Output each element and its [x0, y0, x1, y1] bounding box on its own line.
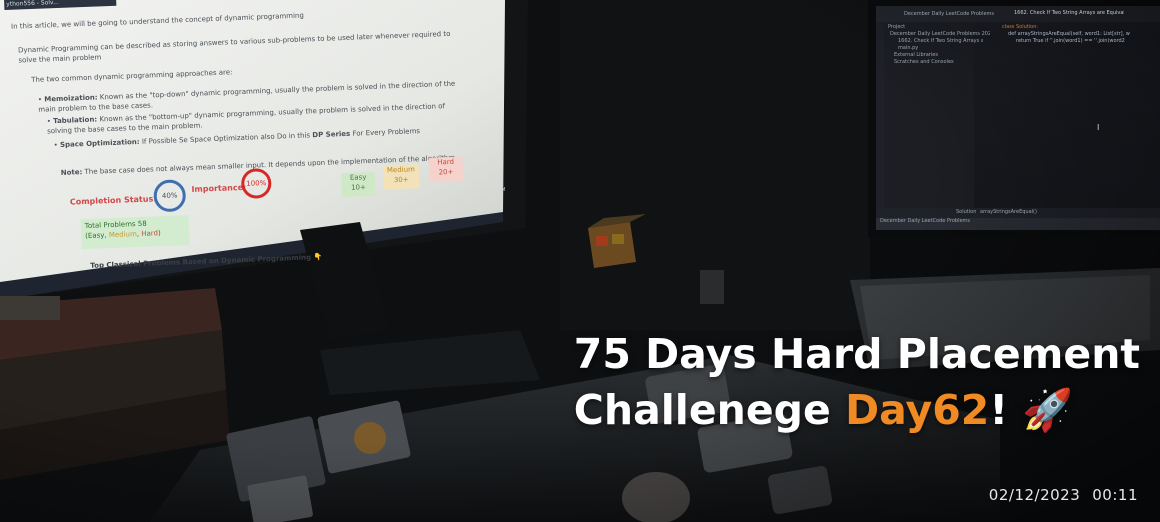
medium-badge[interactable]: Medium 30+: [382, 164, 420, 190]
ide-tree-root[interactable]: December Daily LeetCode Problems 2023: [890, 31, 990, 38]
total-hard: Hard: [141, 229, 159, 238]
caption-prefix: Challenege: [573, 386, 846, 434]
medium-count: 30+: [393, 175, 409, 185]
photo-timestamp: 02/12/2023 00:11: [989, 486, 1138, 504]
hard-badge[interactable]: Hard 20+: [428, 156, 464, 182]
importance-value: 100%: [246, 179, 267, 188]
total-medium: Medium: [108, 230, 138, 240]
article-intro: In this article, we will be going to und…: [10, 11, 305, 31]
ide-tab-file[interactable]: 1662. Check If Two String Arrays are Equ…: [1014, 10, 1124, 17]
rocket-icon: 🚀: [1022, 386, 1074, 434]
bullet2-label: Tabulation:: [52, 115, 98, 126]
status-solution: Solution: [956, 209, 977, 215]
hard-count: 20+: [438, 167, 454, 177]
ide-tree-external[interactable]: External Libraries: [894, 52, 938, 59]
ide-tab-project[interactable]: December Daily LeetCode Problems 2023: [904, 11, 994, 18]
easy-count: 10+: [350, 183, 367, 192]
caption-line-2: Challenege Day62! 🚀: [574, 382, 1140, 438]
timestamp-time: 00:11: [1092, 486, 1138, 504]
bullet3-label: Space Optimization:: [59, 137, 140, 149]
photo-scene: ython556 - Solv... In this article, we w…: [0, 0, 1160, 522]
total-open: (Easy,: [85, 231, 110, 241]
status-method: arrayStringsAreEqual(): [980, 209, 1037, 215]
bullet1-label: Memoization:: [44, 93, 98, 104]
bottom-taskbar-label[interactable]: December Daily LeetCode Problems 2023: [880, 218, 970, 225]
article-definition: Dynamic Programming can be described as …: [17, 29, 451, 65]
timestamp-date: 02/12/2023: [988, 486, 1081, 504]
importance-label: Importance:: [191, 182, 247, 194]
ide-tree-scratches[interactable]: Scratches and Consoles: [894, 59, 954, 66]
code-line-1: class Solution:: [1002, 24, 1039, 30]
easy-badge[interactable]: Easy 10+: [340, 171, 376, 198]
code-line-2: def arrayStringsAreEqual(self, word1: Li…: [1008, 31, 1130, 37]
completion-status-label: Completion Status:: [69, 194, 157, 207]
code-line-3: return True if ''.join(word1) == ''.join…: [1016, 38, 1125, 44]
taskbar-clock: 12:11 AM: [481, 186, 506, 194]
total-problems-box: Total Problems 58 (Easy, Medium, Hard): [80, 215, 190, 250]
left-monitor-content: ython556 - Solv... In this article, we w…: [4, 0, 515, 298]
text-cursor: I: [1097, 123, 1100, 132]
browser-tab[interactable]: ython556 - Solv...: [4, 0, 117, 10]
bullet3-text: If Possible Se Space Optimization also D…: [141, 131, 311, 146]
caption-day-highlight: Day62: [845, 386, 990, 434]
caption-line-1: 75 Days Hard Placement: [573, 330, 1140, 378]
ide-tree-file1[interactable]: 1662. Check If Two String Arrays are E: [898, 38, 983, 45]
caption-overlay: 75 Days Hard Placement Challenege Day62!…: [574, 326, 1140, 438]
bullet3-tail: For Every Problems: [352, 127, 421, 138]
completion-value: 40%: [161, 191, 178, 201]
completion-ring: 40%: [153, 179, 187, 213]
classical-problems-heading: Top Classical Problems Based on Dynamic …: [90, 252, 323, 270]
caption-suffix: !: [989, 386, 1023, 434]
importance-ring: 100%: [240, 167, 272, 200]
right-monitor-content: December Daily LeetCode Problems 2023 16…: [876, 6, 1160, 230]
bullet3-bold: DP Series: [312, 129, 351, 140]
total-close: ): [157, 229, 161, 238]
note-label: Note:: [60, 168, 83, 177]
ide-project-label: Project: [888, 24, 906, 30]
ide-tree-file2[interactable]: main.py: [898, 45, 918, 52]
